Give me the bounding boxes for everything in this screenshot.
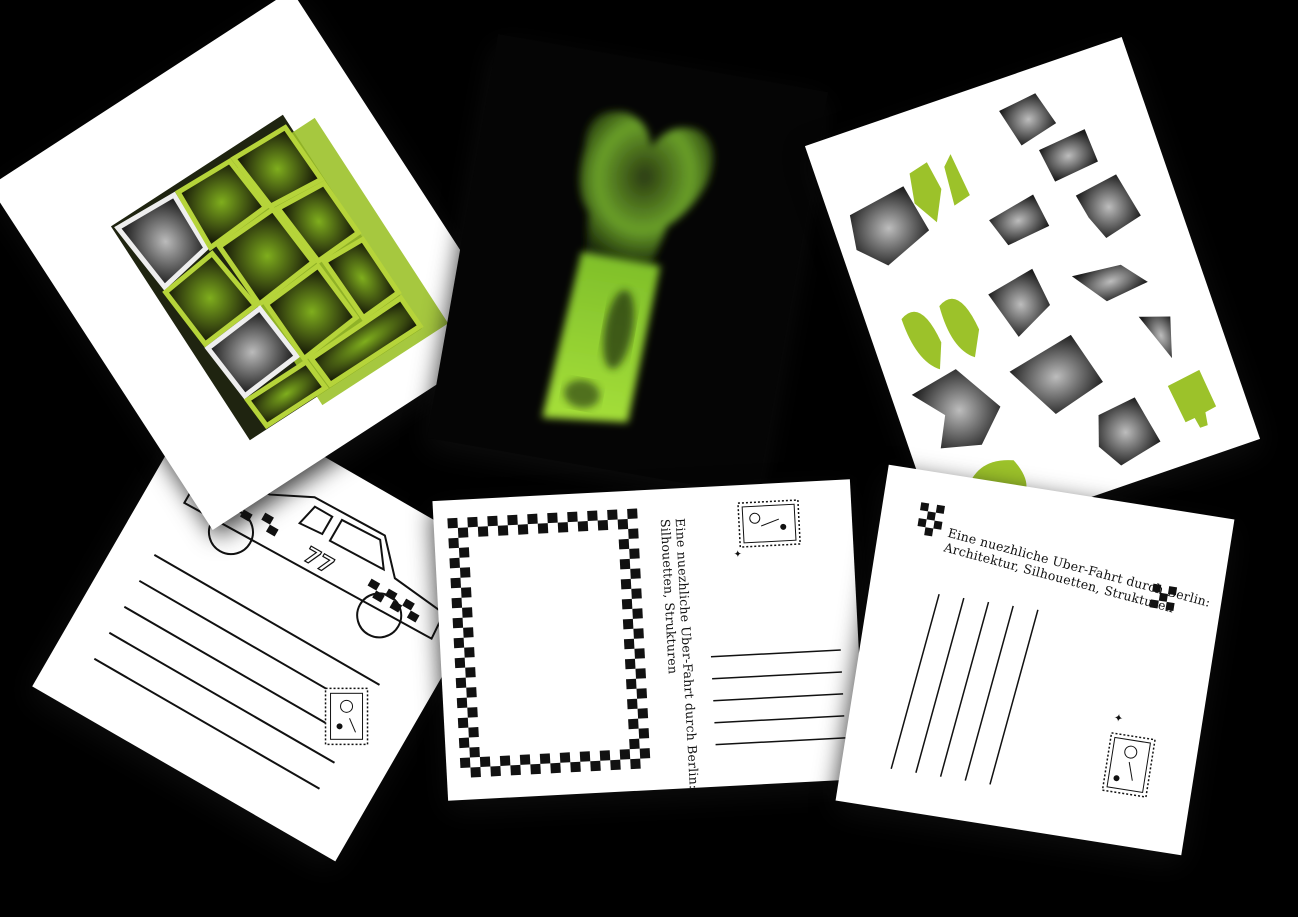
sparkle-icon: ✦	[1113, 711, 1124, 725]
sparkle-icon: ✦	[733, 549, 742, 560]
taxi-number: 77	[299, 543, 338, 580]
green-structure-art	[110, 114, 449, 441]
postcard-shapes-sheet	[804, 37, 1261, 548]
address-lines	[710, 649, 846, 746]
stamp-icon	[324, 687, 369, 746]
postcard-glow-bone	[426, 34, 829, 496]
bone-head	[579, 111, 714, 269]
address-lines	[93, 553, 381, 790]
gray-shapes	[849, 93, 1172, 466]
glow-bone-art	[542, 111, 714, 423]
stamp-icon	[737, 499, 801, 548]
postcard-green-structure	[0, 0, 515, 530]
checker-back-art: ✦	[890, 502, 1178, 798]
checker-frame	[447, 508, 651, 778]
checker-frame-art: ✦	[447, 499, 846, 778]
cell-pattern	[114, 124, 424, 430]
stamp-icon	[1101, 732, 1156, 798]
address-lines	[890, 593, 1039, 785]
postcard-checker-frame-back: ✦ Eine nuezhliche Uber-Fahrt durch Berli…	[432, 479, 866, 801]
postcard-checker-back: ✦ Eine nuezhliche Uber-Fahrt durch Berli…	[835, 464, 1235, 856]
bone-stem	[542, 251, 661, 423]
shapes-art	[849, 93, 1217, 515]
